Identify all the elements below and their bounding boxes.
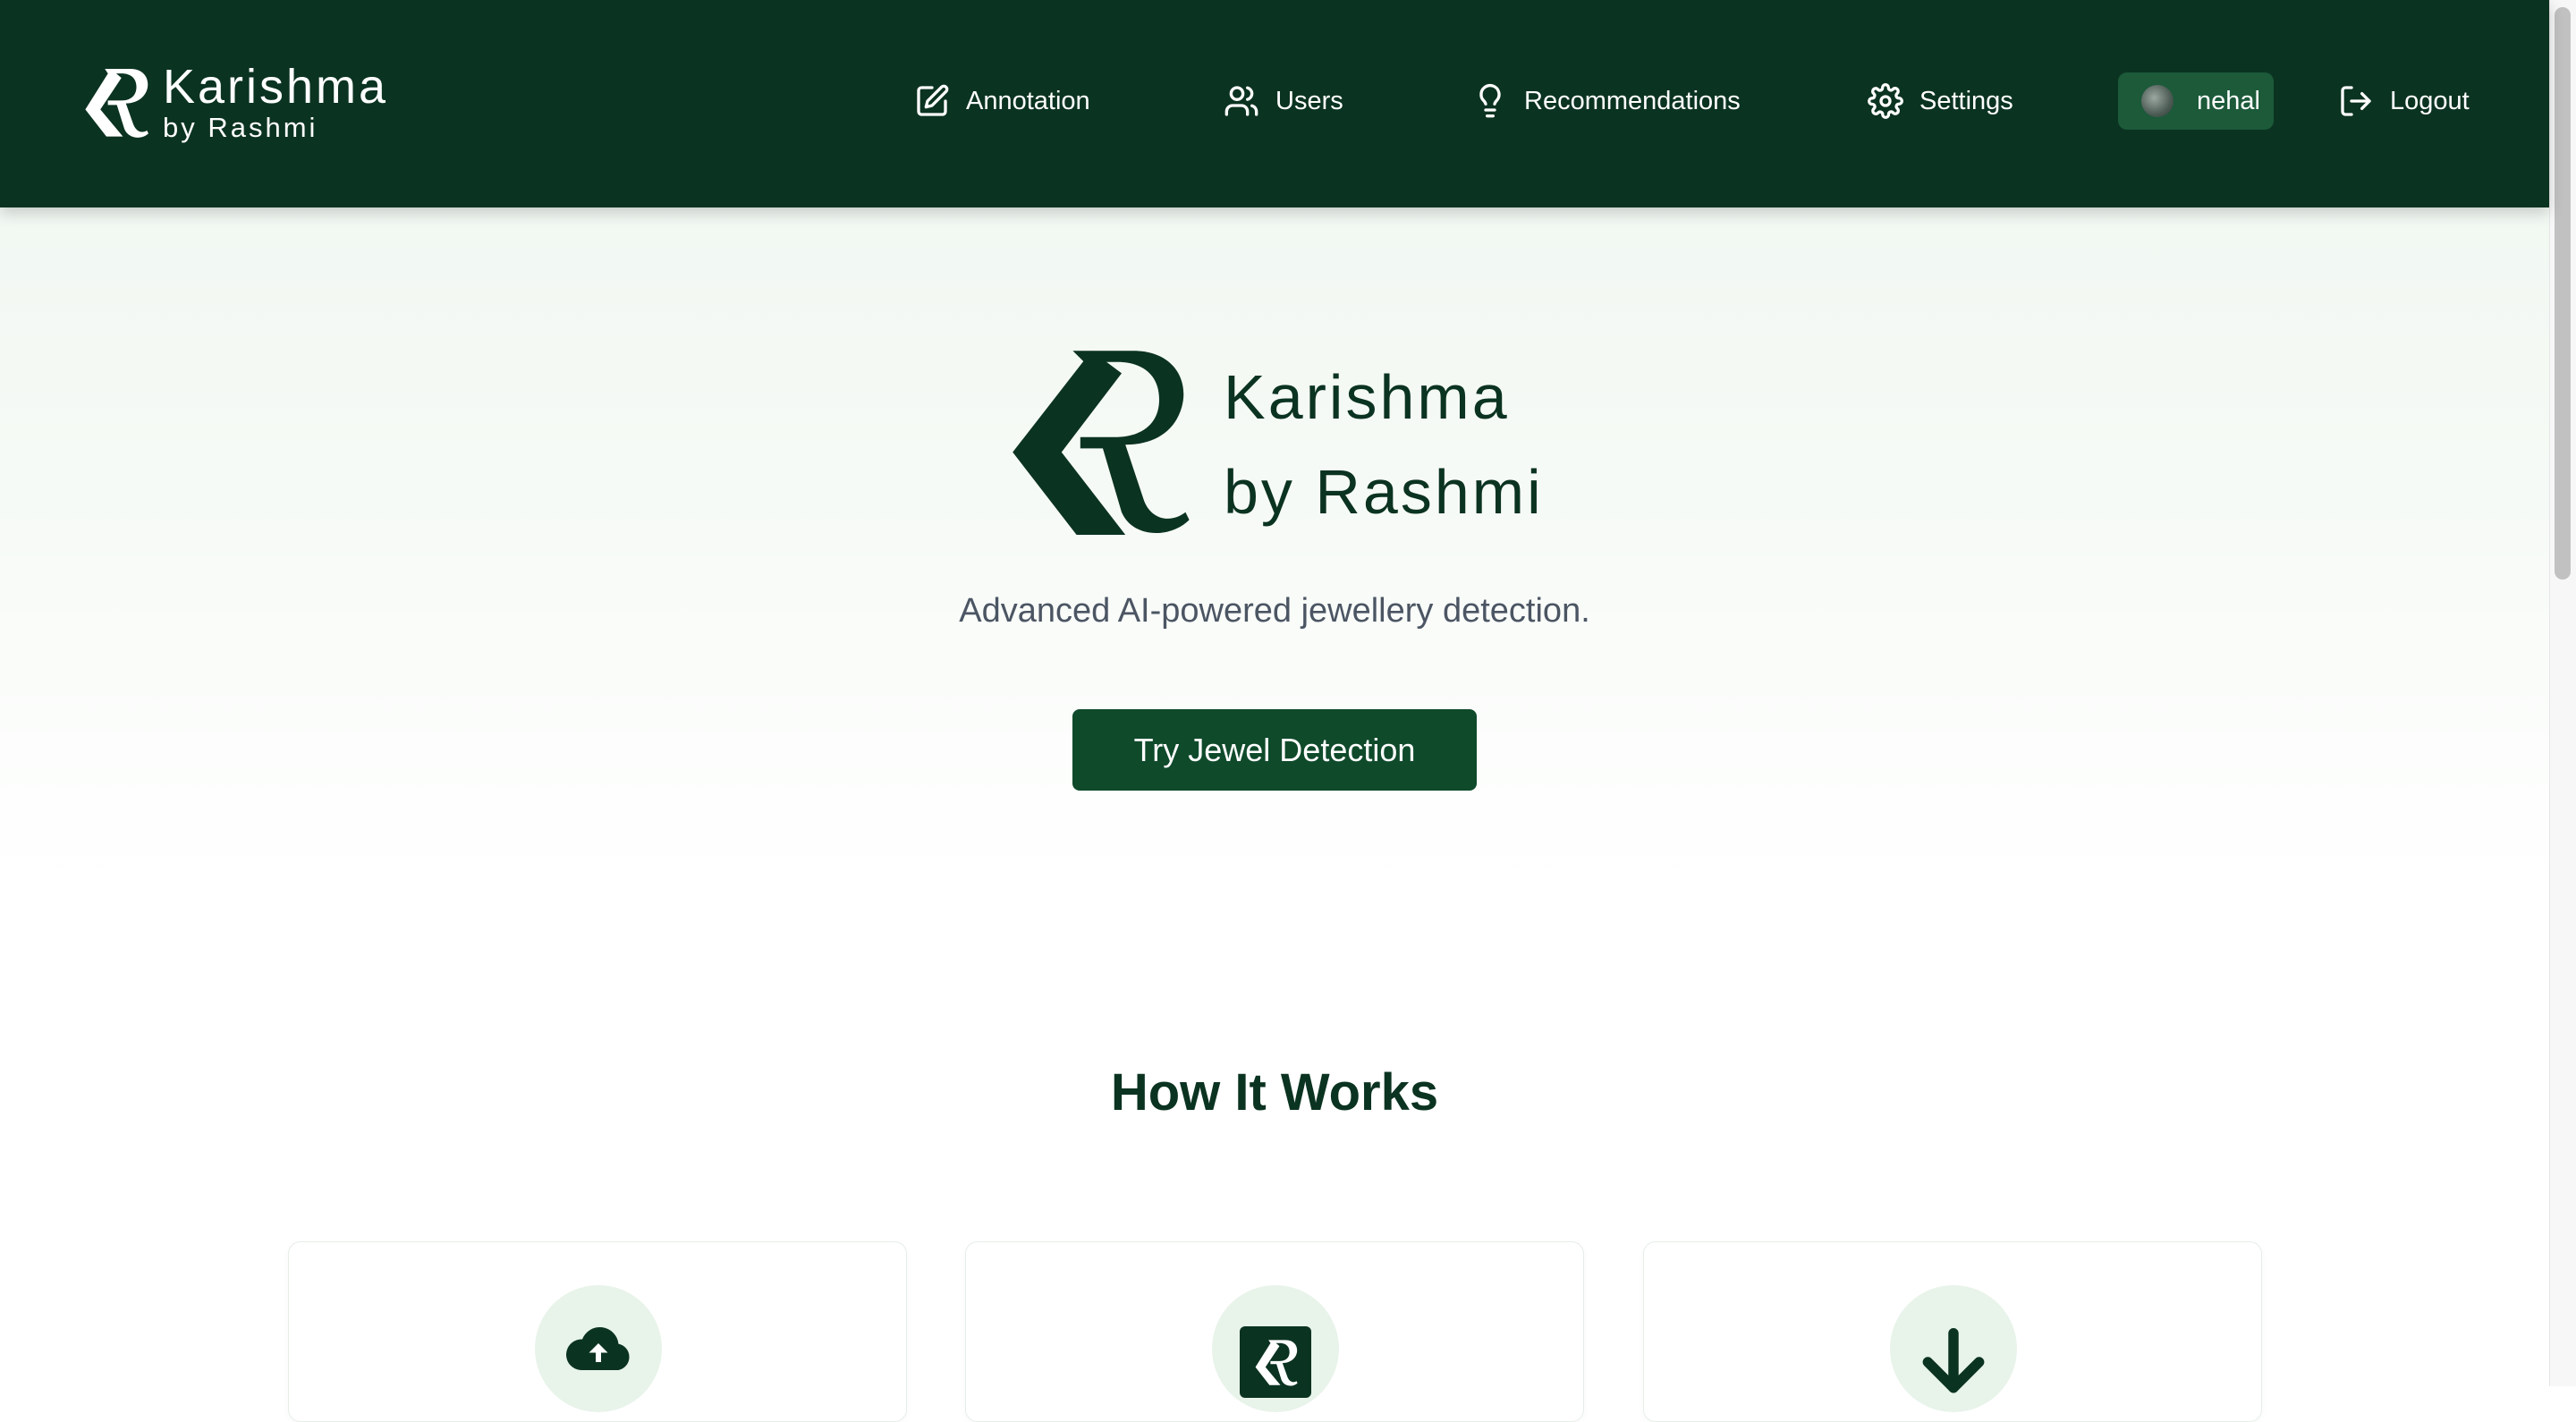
brand-logo[interactable]: Karishma by Rashmi: [77, 61, 388, 143]
kr-logo-icon: [85, 69, 148, 138]
brand-name: Karishma: [163, 60, 389, 114]
nav-annotation-label: Annotation: [966, 86, 1090, 115]
try-jewel-detection-button[interactable]: Try Jewel Detection: [1072, 709, 1477, 791]
hero-tagline: Advanced AI-powered jewellery detection.: [959, 592, 1590, 630]
hero-logo-icon: [1013, 351, 1190, 535]
hero-brand-name: Karishma: [1224, 362, 1510, 432]
nav-users-label: Users: [1275, 86, 1343, 115]
card-icon-circle: [1212, 1285, 1339, 1412]
nav-annotation[interactable]: Annotation: [914, 73, 1090, 129]
gear-icon: [1868, 83, 1903, 119]
kr-logo-tile: [1240, 1326, 1311, 1398]
how-card-detect: [965, 1241, 1584, 1422]
how-card-upload: [288, 1241, 907, 1422]
logout-button[interactable]: Logout: [2338, 73, 2470, 129]
navbar: Karishma by Rashmi Annotation Users Reco…: [0, 0, 2549, 207]
logout-label: Logout: [2390, 86, 2470, 115]
arrow-down-icon: [1922, 1328, 1985, 1393]
user-name: nehal: [2197, 86, 2260, 115]
nav-settings-label: Settings: [1919, 86, 2013, 115]
nav-recommendations[interactable]: Recommendations: [1472, 73, 1741, 129]
scrollbar-thumb[interactable]: [2555, 7, 2571, 580]
users-icon: [1224, 86, 1258, 116]
nav-recommendations-label: Recommendations: [1524, 86, 1741, 115]
hero-brand-sub: by Rashmi: [1224, 457, 1544, 527]
card-icon-circle: [535, 1285, 662, 1412]
nav-settings[interactable]: Settings: [1868, 73, 2013, 129]
how-it-works-title: How It Works: [1110, 1063, 1439, 1122]
lightbulb-icon: [1479, 83, 1501, 118]
logout-icon: [2341, 86, 2371, 116]
nav-users[interactable]: Users: [1224, 73, 1343, 129]
avatar: [2141, 85, 2174, 117]
user-menu[interactable]: nehal: [2118, 72, 2274, 130]
kr-logo-icon: [1255, 1340, 1298, 1386]
cloud-upload-icon: [565, 1326, 630, 1370]
edit-icon: [917, 84, 949, 116]
brand-sub: by Rashmi: [163, 112, 318, 143]
how-card-download: [1643, 1241, 2262, 1422]
card-icon-circle: [1890, 1285, 2017, 1412]
